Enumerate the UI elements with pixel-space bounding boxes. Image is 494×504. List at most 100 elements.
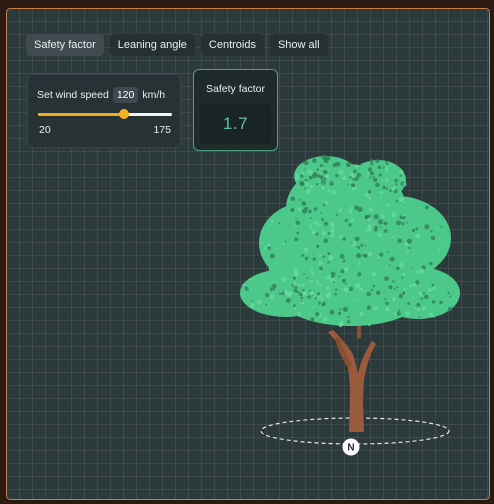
foliage-speckle (399, 174, 402, 177)
foliage-speckle (384, 276, 389, 281)
foliage-speckle (372, 177, 378, 182)
foliage-speckle (392, 280, 395, 283)
foliage-speckle (422, 215, 425, 218)
foliage-speckle (319, 266, 323, 271)
foliage-speckle (412, 296, 415, 299)
foliage-speckle (293, 271, 299, 277)
foliage-speckle (312, 158, 317, 164)
foliage-speckle (290, 196, 296, 201)
foliage-speckle (339, 320, 345, 326)
foliage-speckle (396, 266, 400, 271)
foliage-speckle (367, 224, 372, 228)
foliage-speckle (311, 230, 316, 235)
foliage-speckle (304, 187, 306, 190)
compass-north-label: N (347, 443, 354, 454)
foliage-speckle (251, 300, 254, 302)
foliage-speckle (302, 289, 305, 292)
foliage-speckle (303, 247, 309, 252)
foliage-speckle (412, 228, 416, 232)
foliage-speckle (325, 174, 329, 178)
foliage-speckle (310, 223, 312, 226)
foliage-speckle (321, 180, 326, 185)
foliage-speckle (431, 283, 435, 287)
foliage-speckle (431, 300, 436, 304)
foliage-speckle (329, 181, 334, 186)
foliage-speckle (301, 254, 305, 257)
foliage-speckle (438, 238, 441, 241)
foliage-speckle (383, 229, 388, 233)
foliage-speckle (297, 207, 302, 212)
foliage-speckle (375, 182, 380, 187)
foliage-speckle (414, 307, 417, 310)
foliage-speckle (325, 276, 329, 280)
foliage-speckle (368, 167, 373, 172)
foliage-speckle (372, 284, 376, 288)
foliage-speckle (376, 290, 381, 295)
foliage-speckle (335, 161, 341, 167)
foliage-speckle (315, 311, 320, 317)
foliage-speckle (428, 312, 433, 317)
foliage-speckle (359, 287, 363, 291)
foliage-speckle (317, 302, 319, 305)
foliage-speckle (339, 308, 342, 311)
foliage-speckle (420, 268, 424, 272)
foliage-speckle (318, 261, 324, 267)
foliage-speckle (385, 301, 389, 306)
foliage-speckle (328, 255, 334, 261)
compass-north-icon[interactable]: N (342, 438, 360, 456)
foliage-speckle (357, 272, 362, 277)
foliage-speckle (345, 282, 347, 285)
foliage-speckle (384, 178, 389, 183)
foliage-speckle (439, 300, 443, 305)
tree-scene[interactable]: N (6, 8, 490, 500)
foliage-speckle (301, 283, 305, 287)
foliage-speckle (315, 183, 319, 186)
foliage-speckle (338, 275, 341, 278)
foliage-speckle (293, 267, 298, 273)
foliage-speckle (303, 168, 306, 171)
foliage-speckle (320, 297, 324, 301)
foliage-speckle (295, 218, 297, 220)
foliage-speckle (354, 187, 358, 190)
foliage-speckle (379, 196, 382, 199)
foliage-speckle (332, 281, 335, 284)
foliage-speckle (440, 225, 443, 228)
foliage-speckle (309, 184, 314, 189)
foliage-speckle (294, 237, 299, 242)
foliage-speckle (348, 209, 353, 214)
foliage-speckle (339, 254, 345, 259)
foliage-speckle (382, 185, 386, 190)
foliage-speckle (273, 288, 275, 291)
foliage-speckle (378, 173, 382, 177)
foliage-speckle (281, 238, 284, 240)
foliage-speckle (347, 320, 351, 324)
foliage-speckle (310, 268, 314, 272)
foliage-speckle (292, 276, 296, 280)
foliage-speckle (296, 290, 300, 294)
foliage-speckle (320, 211, 323, 214)
foliage-speckle (270, 219, 274, 223)
foliage-speckle (389, 189, 392, 192)
foliage-speckle (290, 207, 295, 213)
foliage-speckle (402, 291, 406, 295)
foliage-speckle (322, 231, 326, 236)
foliage-speckle (403, 287, 406, 291)
foliage-speckle (365, 238, 368, 241)
foliage-speckle (286, 298, 291, 303)
foliage-speckle (379, 190, 383, 195)
foliage-speckle (265, 303, 268, 306)
foliage-speckle (344, 218, 348, 223)
foliage-speckle (284, 240, 287, 243)
foliage-speckle (299, 181, 305, 187)
foliage-speckle (406, 249, 409, 253)
foliage-speckle (310, 226, 313, 230)
foliage-speckle (351, 241, 357, 247)
foliage-speckle (370, 171, 374, 176)
foliage-speckle (324, 294, 328, 298)
foliage-speckle (287, 292, 292, 297)
foliage-speckle (300, 174, 304, 178)
foliage-speckle (415, 280, 420, 285)
foliage-speckle (422, 292, 425, 295)
foliage-speckle (327, 252, 331, 256)
foliage-speckle (364, 215, 370, 220)
